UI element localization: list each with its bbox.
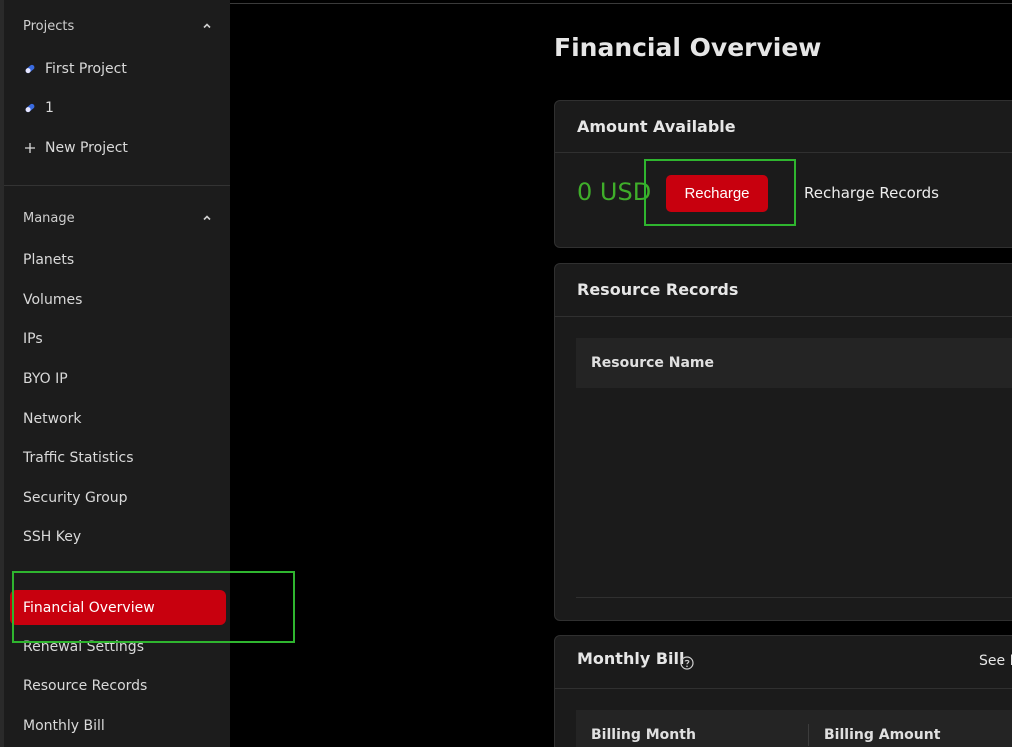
column-header-billing-month[interactable]: Billing Month [591,727,696,743]
amount-value: 0 USD [577,178,652,206]
sidebar-item-byo-ip[interactable]: BYO IP [4,364,230,394]
card-divider [555,688,1012,689]
sidebar-item-project-1[interactable]: 1 [4,93,230,123]
sidebar-item-resource-records[interactable]: Resource Records [4,671,230,701]
resource-card-title: Resource Records [577,280,739,299]
sidebar-item-monthly-bill[interactable]: Monthly Bill [4,711,230,741]
sidebar-item-label: Traffic Statistics [23,450,134,466]
sidebar-divider [4,185,230,186]
table-bottom-divider [576,597,1012,598]
monthly-bill-card: Monthly Bill See M Billing Month Billing… [554,635,1012,747]
sidebar-item-label: 1 [45,100,54,116]
sidebar-item-label: BYO IP [23,371,68,387]
manage-section-header[interactable]: Manage [4,205,230,231]
sidebar-item-security-group[interactable]: Security Group [4,483,230,513]
sidebar-item-ssh-key[interactable]: SSH Key [4,522,230,552]
sidebar-item-label: Security Group [23,490,128,506]
sidebar-item-label: Financial Overview [23,599,155,616]
column-header-billing-amount[interactable]: Billing Amount [824,727,940,743]
sidebar: Projects First Project 1 New Project Man… [4,0,230,747]
recharge-records-link[interactable]: Recharge Records [804,184,939,202]
projects-section-header[interactable]: Projects [4,13,230,39]
column-header-resource-name[interactable]: Resource Name [591,355,714,371]
new-project-button[interactable]: New Project [4,133,230,163]
monthly-table-header: Billing Month Billing Amount [576,710,1012,747]
card-divider [555,316,1012,317]
chevron-up-icon [202,213,212,223]
sidebar-item-volumes[interactable]: Volumes [4,285,230,315]
project-pill-icon [23,62,37,76]
sidebar-item-first-project[interactable]: First Project [4,54,230,84]
amount-card-title: Amount Available [577,117,736,136]
resource-records-card: Resource Records Resource Name [554,263,1012,621]
top-divider [230,3,1012,4]
new-project-label: New Project [45,140,128,156]
card-divider [555,152,1012,153]
projects-header-label: Projects [23,18,75,34]
project-pill-icon [23,101,37,115]
recharge-button[interactable]: Recharge [666,175,768,212]
sidebar-item-label: IPs [23,331,43,347]
help-circle-icon[interactable] [680,655,694,670]
sidebar-item-label: Monthly Bill [23,718,105,734]
sidebar-item-label: Planets [23,252,75,268]
see-more-link[interactable]: See M [979,653,1012,669]
page-title: Financial Overview [554,33,822,62]
manage-header-label: Manage [23,210,75,226]
sidebar-item-label: Renewal Settings [23,639,144,655]
resource-table-header: Resource Name [576,338,1012,388]
sidebar-item-label: Network [23,411,82,427]
chevron-up-icon [202,21,212,31]
column-separator [808,724,809,746]
sidebar-item-label: First Project [45,61,127,77]
sidebar-item-network[interactable]: Network [4,404,230,434]
sidebar-item-label: SSH Key [23,529,82,545]
sidebar-item-label: Volumes [23,292,83,308]
plus-icon [23,141,37,155]
sidebar-item-traffic-statistics[interactable]: Traffic Statistics [4,443,230,473]
app-root: Projects First Project 1 New Project Man… [0,0,1012,747]
sidebar-item-renewal-settings[interactable]: Renewal Settings [4,632,230,662]
sidebar-item-planets[interactable]: Planets [4,245,230,275]
sidebar-item-financial-overview[interactable]: Financial Overview [10,590,226,625]
sidebar-item-label: Resource Records [23,678,148,694]
monthly-card-title: Monthly Bill [577,649,685,668]
amount-available-card: Amount Available 0 USD Recharge Recharge… [554,100,1012,248]
sidebar-item-ips[interactable]: IPs [4,324,230,354]
